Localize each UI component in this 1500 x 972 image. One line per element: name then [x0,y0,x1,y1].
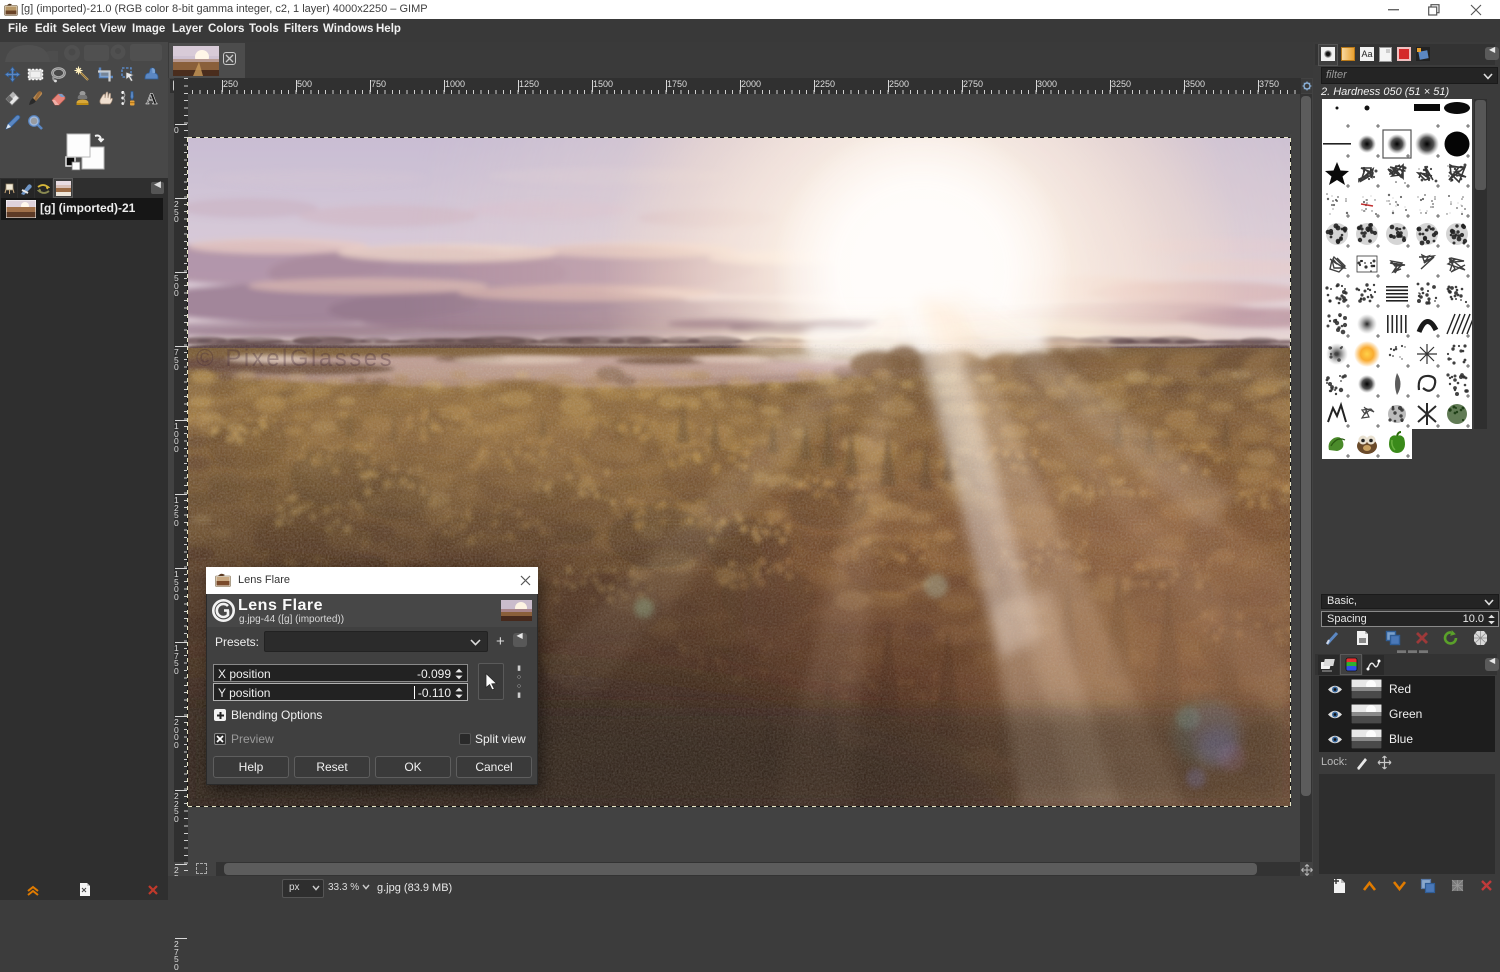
svg-text:© PixelGlasses: © PixelGlasses [196,345,394,372]
svg-text:A: A [146,91,158,107]
